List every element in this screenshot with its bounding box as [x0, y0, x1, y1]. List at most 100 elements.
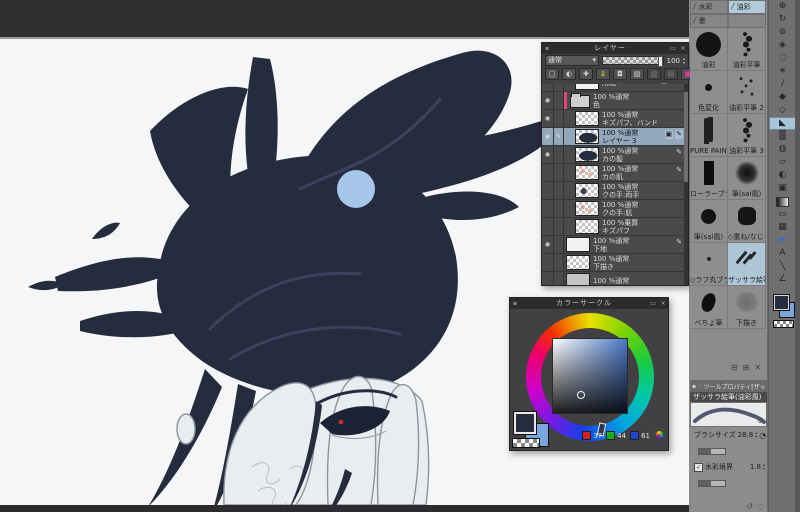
- subtool-tab-水彩[interactable]: ╱ 水彩: [690, 0, 728, 14]
- frame-tool-icon[interactable]: ▦: [769, 221, 796, 234]
- brush-tool-icon[interactable]: ◣: [769, 117, 796, 130]
- layer-row[interactable]: 100 %通常 下描き: [542, 254, 688, 272]
- eraser-tool-icon[interactable]: ▱: [769, 156, 796, 169]
- brush-item[interactable]: ◇重ね/なじませ: [728, 200, 766, 243]
- edit-empty[interactable]: [554, 254, 564, 271]
- zoom-tool-icon[interactable]: ⊕: [769, 0, 796, 13]
- brush-item[interactable]: ローラーブラシ: [690, 157, 728, 200]
- close-icon[interactable]: ×: [678, 43, 688, 54]
- blend-mode-dropdown[interactable]: 通常 ▾: [545, 55, 599, 66]
- eye-empty[interactable]: [542, 84, 554, 91]
- decoration-tool-icon[interactable]: ◍: [769, 143, 796, 156]
- brush-item[interactable]: 下描き: [728, 286, 766, 329]
- ruler-icon[interactable]: ▤: [664, 67, 678, 80]
- brush-item[interactable]: PURE PAINT: [690, 114, 728, 157]
- edit-empty[interactable]: [554, 164, 564, 181]
- close-icon[interactable]: ×: [658, 298, 668, 309]
- layer-thumbnail[interactable]: [566, 273, 590, 285]
- brush-item[interactable]: 油彩平筆: [728, 28, 766, 71]
- layer-thumbnail[interactable]: [575, 201, 599, 216]
- pen-tool-icon[interactable]: ◆: [769, 91, 796, 104]
- shape-tool-icon[interactable]: ▭: [769, 208, 796, 221]
- eye-empty[interactable]: [542, 182, 554, 199]
- eye-icon[interactable]: ◉: [542, 110, 554, 127]
- layer-thumbnail[interactable]: [575, 165, 599, 180]
- layer-thumbnail[interactable]: [575, 147, 599, 162]
- layer-row[interactable]: ◉ 100 %通常 キズパフ、バンド: [542, 110, 688, 128]
- navigate-tool-icon[interactable]: ⊚: [769, 26, 796, 39]
- editing-pen-icon[interactable]: ✎: [554, 128, 564, 145]
- minimize-icon[interactable]: ▭: [648, 298, 658, 309]
- minimize-icon[interactable]: ▭: [668, 43, 678, 54]
- layer-row[interactable]: 100 %通常 カの肌 ✎: [542, 164, 688, 182]
- sv-selector[interactable]: [577, 391, 585, 399]
- eye-empty[interactable]: [542, 272, 554, 285]
- pen-badge-icon[interactable]: ✎: [675, 148, 683, 157]
- brush-item[interactable]: べちょ筆: [690, 286, 728, 329]
- magnifier-icon[interactable]: ⊕: [757, 416, 764, 425]
- property-stepper[interactable]: ▴ ▾: [763, 463, 765, 471]
- layer-thumbnail[interactable]: [575, 219, 599, 234]
- brush-item[interactable]: 色変化: [690, 71, 728, 114]
- edit-empty[interactable]: [554, 146, 564, 163]
- ruler-tool-icon[interactable]: ∠: [769, 273, 796, 286]
- eye-empty[interactable]: [542, 254, 554, 271]
- clip-below-icon[interactable]: ▧: [647, 67, 661, 80]
- auto-select-tool-icon[interactable]: ∗: [769, 65, 796, 78]
- brush-item[interactable]: 油彩平筆 3: [728, 114, 766, 157]
- eye-empty[interactable]: [542, 218, 554, 235]
- import-subtool-icon[interactable]: ⊟: [731, 363, 738, 372]
- layer-thumbnail[interactable]: [575, 183, 599, 198]
- layer-thumbnail[interactable]: [575, 111, 599, 126]
- edit-empty[interactable]: [554, 272, 564, 285]
- text-tool-icon[interactable]: A: [769, 247, 796, 260]
- layer-thumbnail[interactable]: [575, 129, 599, 144]
- checkbox-checked-icon[interactable]: ✓: [694, 462, 703, 472]
- saturation-value-square[interactable]: [552, 338, 628, 414]
- transparent-color-swatch[interactable]: [512, 438, 540, 448]
- pressure-icon[interactable]: ◔: [759, 431, 766, 440]
- eye-icon[interactable]: ◉: [542, 146, 554, 163]
- lock-icon[interactable]: ◘: [613, 67, 627, 80]
- rotate-tool-icon[interactable]: ↻: [769, 13, 796, 26]
- color-wheel-titlebar[interactable]: ▪ カラーサークル ▭ ×: [510, 298, 668, 309]
- brush-item[interactable]: ザッサラ絵筆: [728, 243, 766, 286]
- edit-empty[interactable]: [554, 182, 564, 199]
- edit-empty[interactable]: [554, 236, 564, 253]
- pen-badge-icon[interactable]: ✎: [675, 166, 683, 175]
- anchor-icon[interactable]: ↨: [596, 67, 610, 80]
- opacity-slider[interactable]: [602, 56, 664, 67]
- property-value[interactable]: 1.8: [750, 463, 761, 471]
- brush-area-icon[interactable]: ▢: [545, 67, 559, 80]
- fill-tool-icon[interactable]: ▣: [769, 182, 796, 195]
- main-color-swatch[interactable]: [513, 411, 537, 435]
- new-subtool-icon[interactable]: ⊞: [743, 363, 750, 372]
- layer-row[interactable]: ◉ ✎ 100 %通常 レイヤー 3 ▣ ✎: [542, 128, 688, 146]
- edit-empty[interactable]: [554, 84, 564, 91]
- edit-empty[interactable]: [554, 218, 564, 235]
- pencil-tool-icon[interactable]: ◇: [769, 104, 796, 117]
- edit-empty[interactable]: [554, 200, 564, 217]
- move-tool-icon[interactable]: ◈: [769, 39, 796, 52]
- canvas-titlebar[interactable]: [0, 0, 689, 39]
- layer-thumbnail[interactable]: [566, 255, 590, 270]
- line-correct-tool-icon[interactable]: ╲: [769, 260, 796, 273]
- layer-row[interactable]: 100 %乗算 キズパフ: [542, 218, 688, 236]
- eyedropper-tool-icon[interactable]: /: [769, 78, 796, 91]
- eye-icon[interactable]: ◉: [542, 236, 554, 253]
- opacity-value[interactable]: 100: [667, 57, 680, 65]
- panel-menu-icon[interactable]: ▪: [692, 383, 696, 390]
- eye-icon[interactable]: ◉: [542, 128, 554, 145]
- main-color-swatch[interactable]: [773, 294, 790, 311]
- blend-tool-icon[interactable]: ◐: [769, 169, 796, 182]
- layer-row[interactable]: ◉ 100 %通常 カの髪 ✎: [542, 146, 688, 164]
- layer-thumbnail[interactable]: [570, 93, 590, 108]
- layer-row[interactable]: ◉ 100 %通常色: [542, 92, 688, 110]
- selection-tool-icon[interactable]: ◌: [769, 52, 796, 65]
- subtool-tab-油彩[interactable]: ╱ 油彩: [728, 0, 766, 14]
- layer-row[interactable]: ◉ 100 %通常 下地 ✎: [542, 236, 688, 254]
- pen-badge-icon[interactable]: ✎: [675, 238, 683, 247]
- property-mini-slider[interactable]: [698, 448, 726, 455]
- edit-empty[interactable]: [554, 110, 564, 127]
- lock-badge-icon[interactable]: ▣: [664, 130, 674, 139]
